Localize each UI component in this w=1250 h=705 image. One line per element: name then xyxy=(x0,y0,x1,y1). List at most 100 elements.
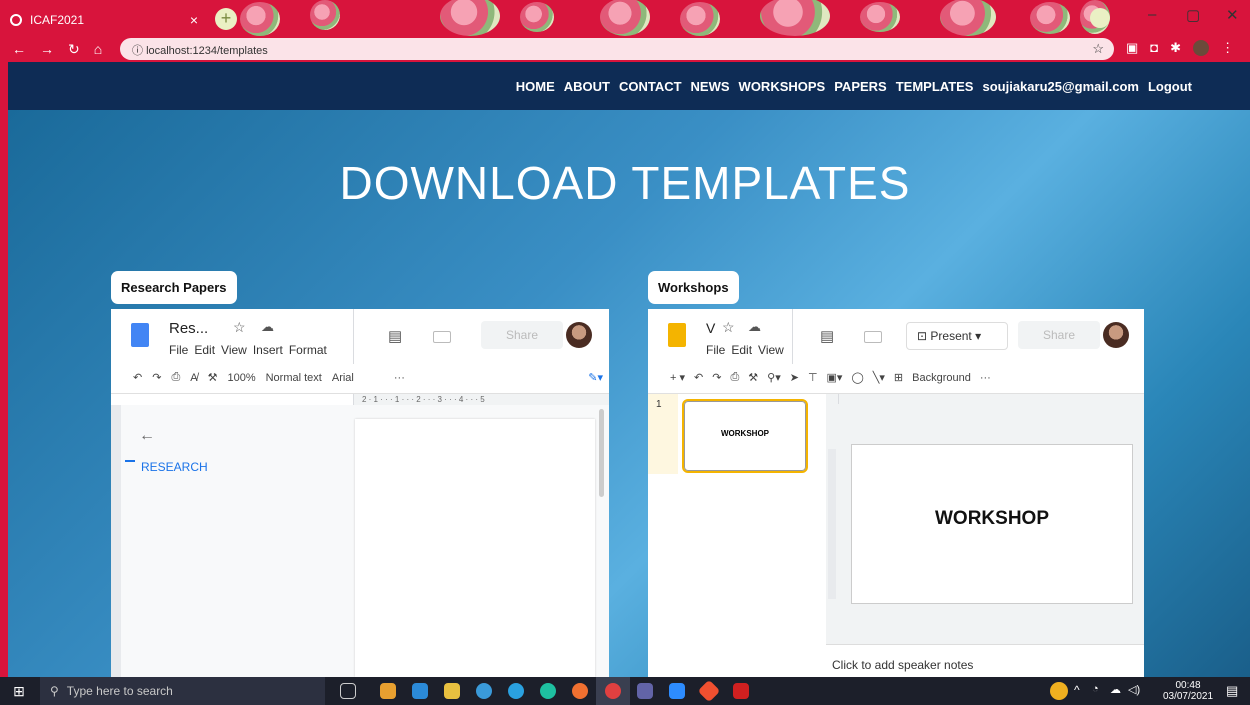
more-icon[interactable]: ··· xyxy=(980,372,991,384)
menu-insert[interactable]: Insert xyxy=(253,343,283,357)
extensions-puzzle-icon[interactable]: ✱ xyxy=(1170,40,1181,56)
onedrive-icon[interactable]: ☁ xyxy=(1110,683,1121,696)
menu-view[interactable]: View xyxy=(758,343,784,357)
nav-contact[interactable]: CONTACT xyxy=(619,79,682,94)
new-slide-icon[interactable]: + ▾ xyxy=(670,371,685,384)
profile-menu-icon[interactable] xyxy=(1090,8,1110,28)
share-button[interactable]: Share xyxy=(1018,321,1100,349)
nav-logout[interactable]: Logout xyxy=(1148,79,1192,94)
edit-mode-icon[interactable]: ✎▾ xyxy=(588,371,603,384)
spellcheck-icon[interactable]: A̸ xyxy=(190,372,197,384)
undo-icon[interactable]: ↶ xyxy=(133,371,142,384)
comments-icon[interactable]: ▤ xyxy=(820,327,834,345)
app-icon[interactable] xyxy=(476,683,492,699)
chrome-icon[interactable] xyxy=(605,683,621,699)
new-tab-button[interactable]: + xyxy=(215,8,237,30)
menu-file[interactable]: File xyxy=(169,343,188,357)
browser-tab[interactable]: ICAF2021 × xyxy=(0,4,208,36)
redo-icon[interactable]: ↷ xyxy=(712,371,721,384)
zoom-app-icon[interactable] xyxy=(669,683,685,699)
close-outline-icon[interactable]: ← xyxy=(139,427,155,445)
teams-icon[interactable] xyxy=(637,683,653,699)
forward-icon[interactable]: → xyxy=(40,41,54,57)
avatar[interactable] xyxy=(566,322,592,348)
firefox-icon[interactable] xyxy=(572,683,588,699)
star-icon[interactable]: ☆ xyxy=(233,319,246,336)
taskbar-search[interactable]: ⚲ Type here to search xyxy=(40,677,325,705)
close-window-button[interactable]: ✕ xyxy=(1226,6,1239,24)
kebab-menu-icon[interactable]: ⋮ xyxy=(1221,40,1234,56)
clock[interactable]: 00:48 03/07/2021 xyxy=(1160,680,1216,702)
nav-user-email[interactable]: soujiakaru25@gmail.com xyxy=(982,79,1138,94)
slide-thumbnail[interactable]: WORKSHOP xyxy=(682,399,808,473)
pocket-icon[interactable]: ◘ xyxy=(1150,40,1158,56)
present-button[interactable]: ⊡ Present ▾ xyxy=(906,322,1008,350)
notifications-icon[interactable]: ▤ xyxy=(1226,683,1238,699)
speaker-notes[interactable]: Click to add speaker notes xyxy=(832,658,973,672)
textbox-icon[interactable]: ⊤ xyxy=(808,371,818,384)
meet-icon[interactable] xyxy=(864,331,882,343)
help-icon[interactable] xyxy=(1050,682,1068,700)
shape-icon[interactable]: ◯ xyxy=(851,371,863,384)
back-icon[interactable]: ← xyxy=(12,41,26,57)
tray-chevron-icon[interactable]: ^ xyxy=(1074,683,1080,697)
nav-workshops[interactable]: WORKSHOPS xyxy=(739,79,826,94)
nav-papers[interactable]: PAPERS xyxy=(834,79,887,94)
select-cursor-icon[interactable]: ➤ xyxy=(790,371,799,384)
style-select[interactable]: Normal text xyxy=(266,372,322,384)
maximize-button[interactable]: ▢ xyxy=(1186,6,1200,24)
comments-icon[interactable]: ▤ xyxy=(388,327,402,345)
zoom-icon[interactable]: ⚲▾ xyxy=(767,371,781,384)
extension-icon[interactable]: ▣ xyxy=(1126,40,1138,56)
document-page[interactable] xyxy=(355,419,595,677)
slide-main[interactable]: WORKSHOP xyxy=(851,444,1133,604)
avatar[interactable] xyxy=(1193,40,1210,56)
address-bar[interactable]: ⓘ localhost:1234/templates ☆ xyxy=(120,38,1114,60)
file-explorer-icon[interactable] xyxy=(444,683,460,699)
menu-format[interactable]: Format xyxy=(289,343,327,357)
paint-format-icon[interactable]: ⚒ xyxy=(748,371,758,384)
zoom-select[interactable]: 100% xyxy=(227,372,255,384)
undo-icon[interactable]: ↶ xyxy=(694,371,703,384)
outline-item-research[interactable]: RESEARCH xyxy=(141,460,208,474)
meet-icon[interactable] xyxy=(433,331,451,343)
minimize-button[interactable]: – xyxy=(1148,6,1156,23)
volume-icon[interactable]: ◁) xyxy=(1128,683,1140,696)
task-view-icon[interactable] xyxy=(340,683,356,699)
print-icon[interactable]: ⎙ xyxy=(730,371,739,384)
nav-about[interactable]: ABOUT xyxy=(564,79,610,94)
font-select[interactable]: Arial xyxy=(332,372,354,384)
home-icon[interactable]: ⌂ xyxy=(94,41,102,57)
doc-title[interactable]: V xyxy=(706,320,715,336)
menu-edit[interactable]: Edit xyxy=(731,343,752,357)
close-tab-icon[interactable]: × xyxy=(190,12,198,28)
print-icon[interactable]: ⎙ xyxy=(171,371,180,384)
redo-icon[interactable]: ↷ xyxy=(152,371,161,384)
background-button[interactable]: Background xyxy=(912,372,971,384)
paint-format-icon[interactable]: ⚒ xyxy=(208,371,218,384)
doc-title[interactable]: Res... xyxy=(169,320,208,337)
telegram-icon[interactable] xyxy=(508,683,524,699)
network-icon[interactable]: ◔ xyxy=(1092,683,1099,695)
bookmark-star-icon[interactable]: ☆ xyxy=(1092,41,1104,57)
app-icon[interactable] xyxy=(380,683,396,699)
avatar[interactable] xyxy=(1103,322,1129,348)
more-icon[interactable]: ··· xyxy=(394,372,405,384)
vscode-icon[interactable] xyxy=(412,683,428,699)
reload-icon[interactable]: ↻ xyxy=(68,41,80,58)
chevron-down-icon[interactable]: ▾ xyxy=(972,329,981,343)
add-comment-icon[interactable]: ⊞ xyxy=(894,371,903,384)
menu-view[interactable]: View xyxy=(221,343,247,357)
share-button[interactable]: Share xyxy=(481,321,563,349)
menu-edit[interactable]: Edit xyxy=(194,343,215,357)
menu-file[interactable]: File xyxy=(706,343,725,357)
scrollbar[interactable] xyxy=(599,409,604,497)
edge-icon[interactable] xyxy=(540,683,556,699)
acrobat-icon[interactable] xyxy=(733,683,749,699)
image-icon[interactable]: ▣▾ xyxy=(827,371,843,384)
nav-news[interactable]: NEWS xyxy=(691,79,730,94)
nav-templates[interactable]: TEMPLATES xyxy=(896,79,974,94)
line-icon[interactable]: ╲▾ xyxy=(873,371,885,384)
nav-home[interactable]: HOME xyxy=(516,79,555,94)
windows-start-icon[interactable]: ⊞ xyxy=(10,682,28,700)
